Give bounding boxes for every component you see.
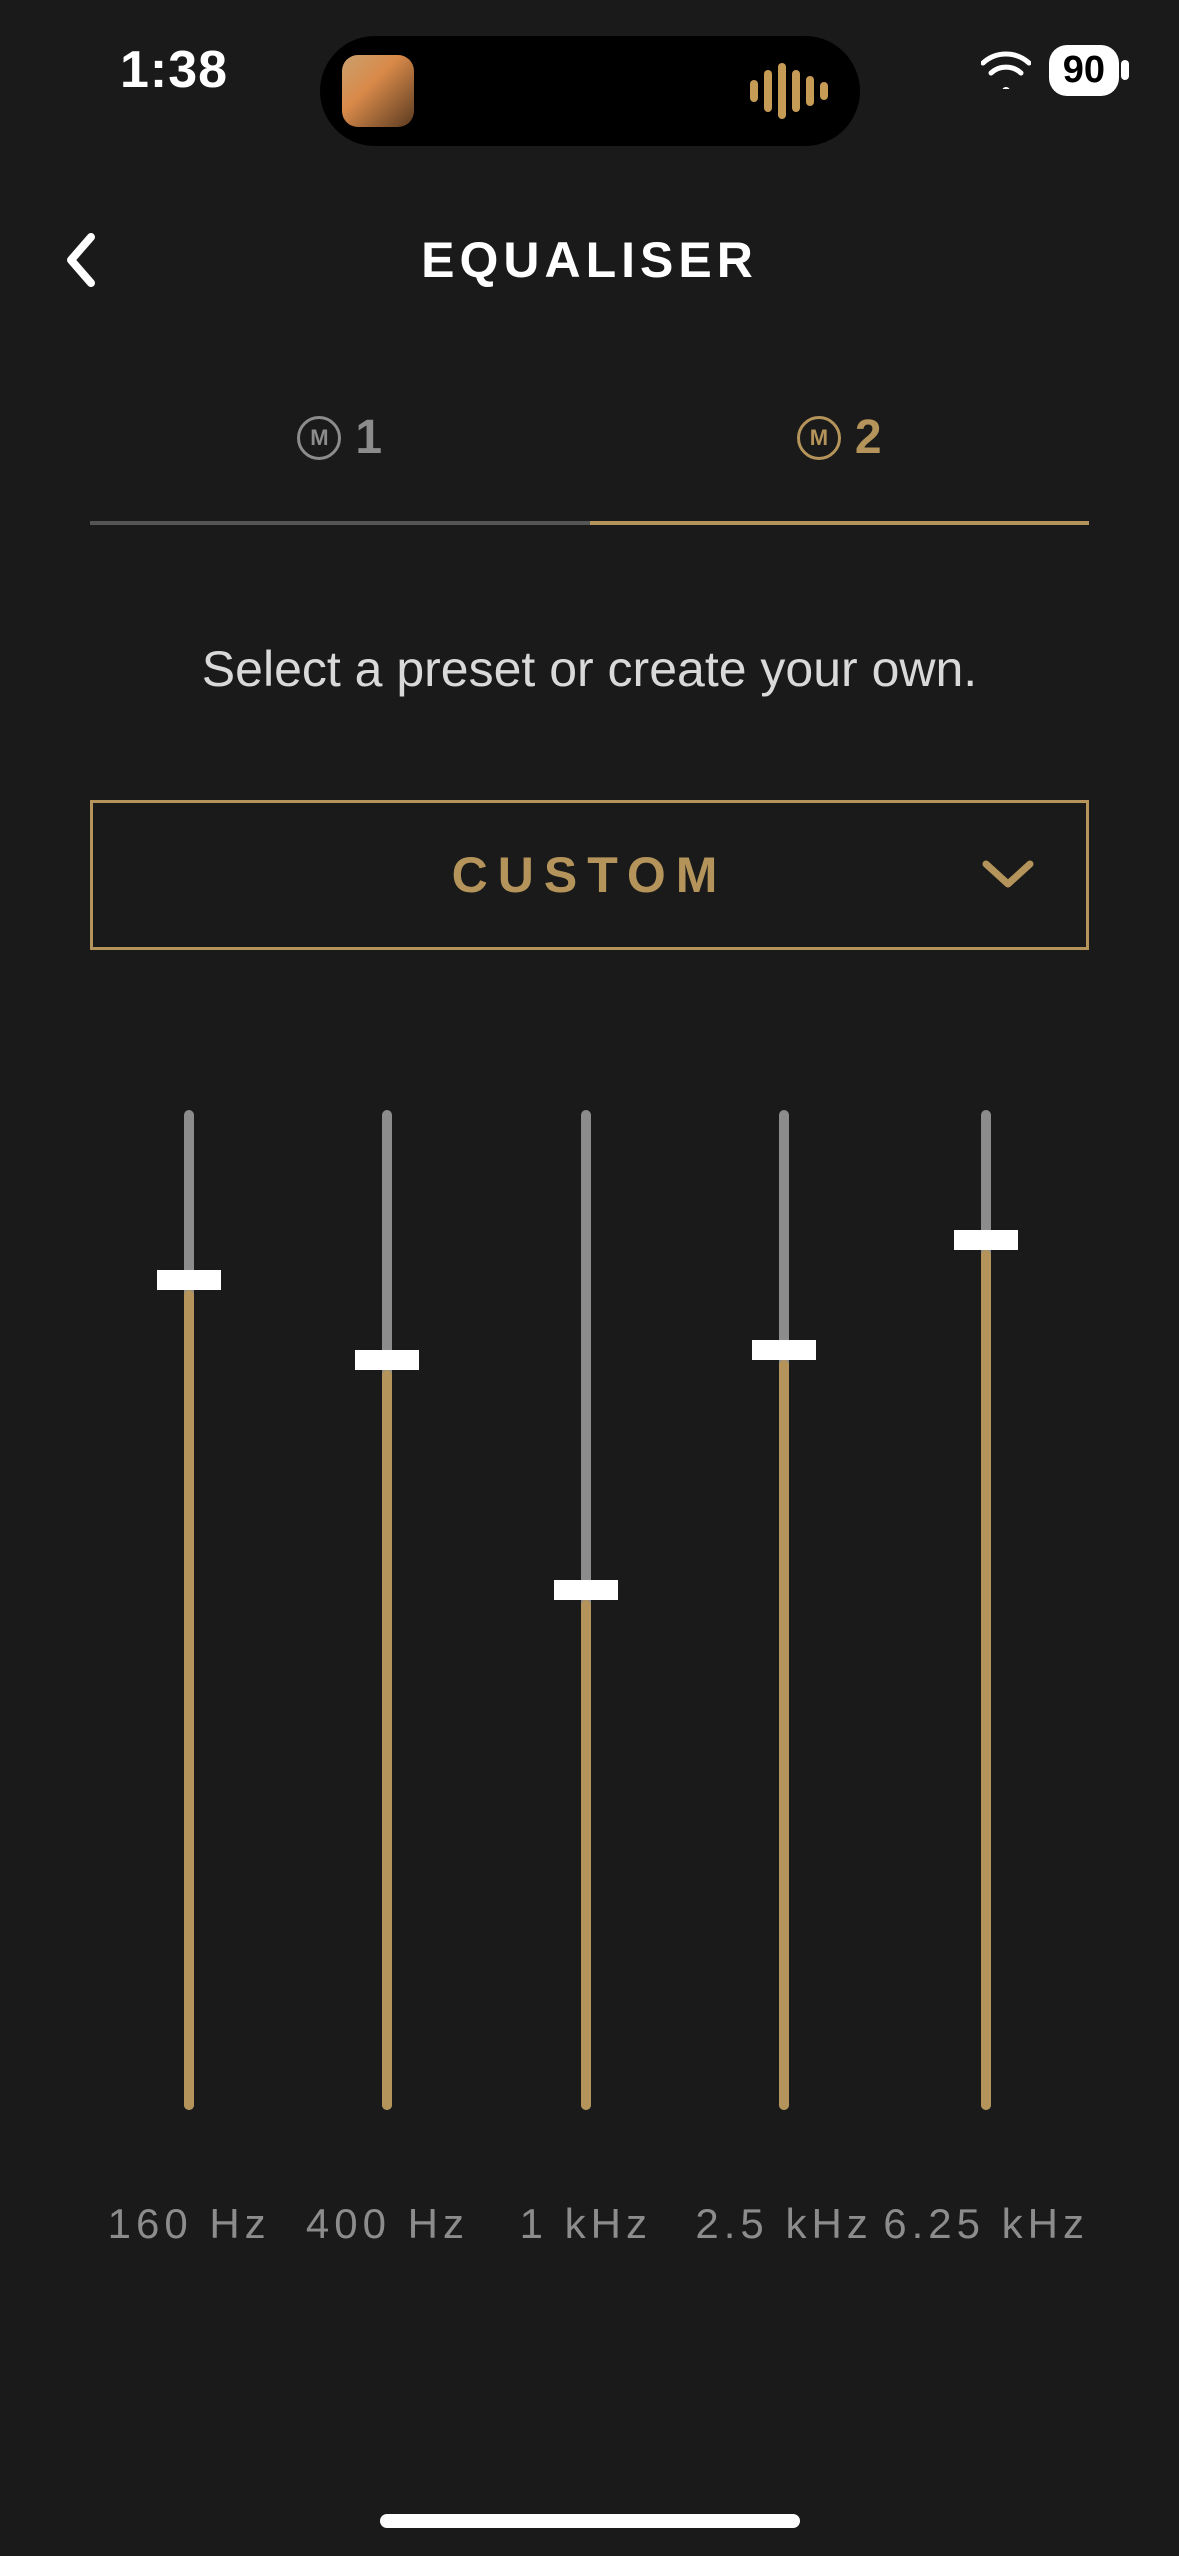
dynamic-island[interactable] (320, 36, 860, 146)
slider-thumb[interactable] (157, 1270, 221, 1290)
tab-profile-2[interactable]: M 2 (590, 410, 1090, 525)
status-bar: 1:38 90 (0, 0, 1179, 140)
tab-label: 2 (855, 410, 882, 465)
band-label: 1 kHz (520, 2200, 652, 2248)
page-title: EQUALISER (421, 231, 758, 289)
band-label: 6.25 kHz (883, 2200, 1089, 2248)
band-label: 160 Hz (108, 2200, 271, 2248)
status-time: 1:38 (120, 40, 228, 100)
home-indicator[interactable] (380, 2514, 800, 2528)
eq-slider[interactable] (182, 1110, 196, 2110)
slider-thumb[interactable] (355, 1350, 419, 1370)
eq-band-400hz: 400 Hz (288, 1100, 486, 2276)
tab-label: 1 (355, 410, 382, 465)
eq-band-160hz: 160 Hz (90, 1100, 288, 2276)
preset-dropdown[interactable]: CUSTOM (90, 800, 1089, 950)
band-label: 2.5 kHz (695, 2200, 872, 2248)
eq-band-1khz: 1 kHz (487, 1100, 685, 2276)
now-playing-art (342, 55, 414, 127)
slider-thumb[interactable] (954, 1230, 1018, 1250)
slider-thumb[interactable] (554, 1580, 618, 1600)
eq-slider[interactable] (979, 1110, 993, 2110)
tab-profile-1[interactable]: M 1 (90, 410, 590, 525)
m-badge-icon: M (297, 416, 341, 460)
chevron-left-icon (63, 233, 97, 287)
eq-band-2_5khz: 2.5 kHz (685, 1100, 883, 2276)
header: EQUALISER (0, 200, 1179, 320)
eq-slider[interactable] (579, 1110, 593, 2110)
wifi-icon (981, 51, 1031, 89)
band-label: 400 Hz (306, 2200, 469, 2248)
audio-wave-icon (750, 63, 838, 119)
slider-thumb[interactable] (752, 1340, 816, 1360)
battery-indicator: 90 (1049, 45, 1119, 96)
eq-slider[interactable] (777, 1110, 791, 2110)
status-right: 90 (981, 45, 1119, 96)
preset-selected-label: CUSTOM (452, 846, 728, 904)
equaliser-bands: 160 Hz 400 Hz 1 kHz 2.5 kHz 6.25 kHz (90, 1100, 1089, 2276)
eq-slider[interactable] (380, 1110, 394, 2110)
profile-tabs: M 1 M 2 (90, 410, 1089, 525)
instruction-text: Select a preset or create your own. (0, 640, 1179, 698)
chevron-down-icon (980, 846, 1036, 904)
eq-band-6_25khz: 6.25 kHz (883, 1100, 1089, 2276)
back-button[interactable] (50, 230, 110, 290)
m-badge-icon: M (797, 416, 841, 460)
